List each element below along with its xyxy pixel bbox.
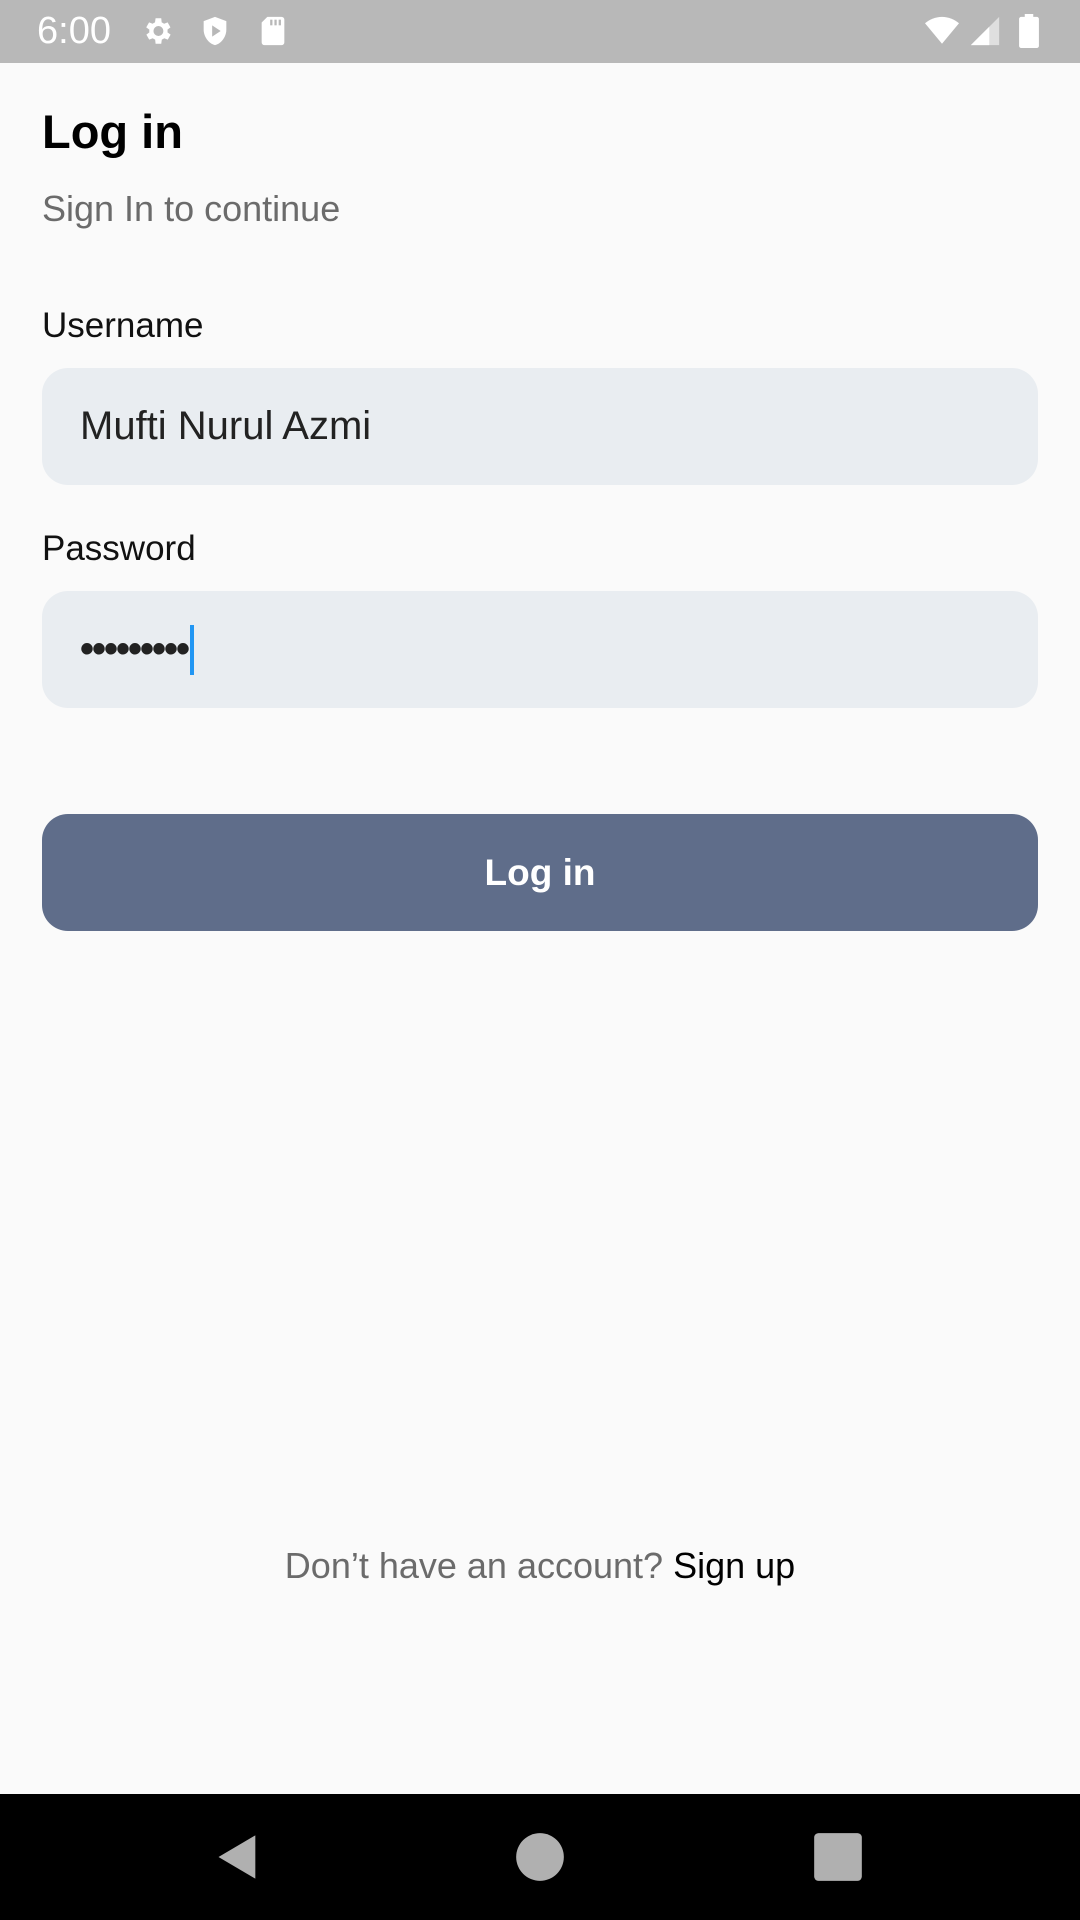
signup-row: Don’t have an account? Sign up xyxy=(0,1544,1080,1588)
page-subtitle: Sign In to continue xyxy=(42,188,341,229)
back-icon[interactable] xyxy=(212,1831,264,1883)
sd-card-icon xyxy=(261,16,285,46)
username-label: Username xyxy=(42,306,204,345)
status-time: 6:00 xyxy=(37,10,111,52)
wifi-icon xyxy=(925,16,959,44)
password-label: Password xyxy=(42,529,196,568)
signup-link[interactable]: Sign up xyxy=(673,1545,795,1586)
page-title: Log in xyxy=(42,105,183,158)
recents-icon[interactable] xyxy=(812,1831,864,1883)
gear-icon xyxy=(146,18,171,44)
username-field[interactable]: Mufti Nurul Azmi xyxy=(42,368,1038,485)
home-icon[interactable] xyxy=(514,1831,566,1883)
signal-icon xyxy=(970,16,1000,46)
text-cursor xyxy=(190,624,195,675)
username-value: Mufti Nurul Azmi xyxy=(80,404,372,448)
navigation-bar xyxy=(0,1794,1080,1920)
battery-icon xyxy=(1019,14,1039,48)
status-bar: 6:00 xyxy=(0,0,1080,63)
shield-icon xyxy=(203,16,227,46)
password-value: ••••••••• xyxy=(80,627,190,671)
login-button[interactable]: Log in xyxy=(42,814,1038,931)
password-field[interactable]: ••••••••• xyxy=(42,591,1038,708)
login-button-label: Log in xyxy=(484,851,596,893)
signup-prompt: Don’t have an account? xyxy=(284,1545,664,1586)
login-screen: 6:00 Log in Sign In to continue Username… xyxy=(0,0,1080,1920)
